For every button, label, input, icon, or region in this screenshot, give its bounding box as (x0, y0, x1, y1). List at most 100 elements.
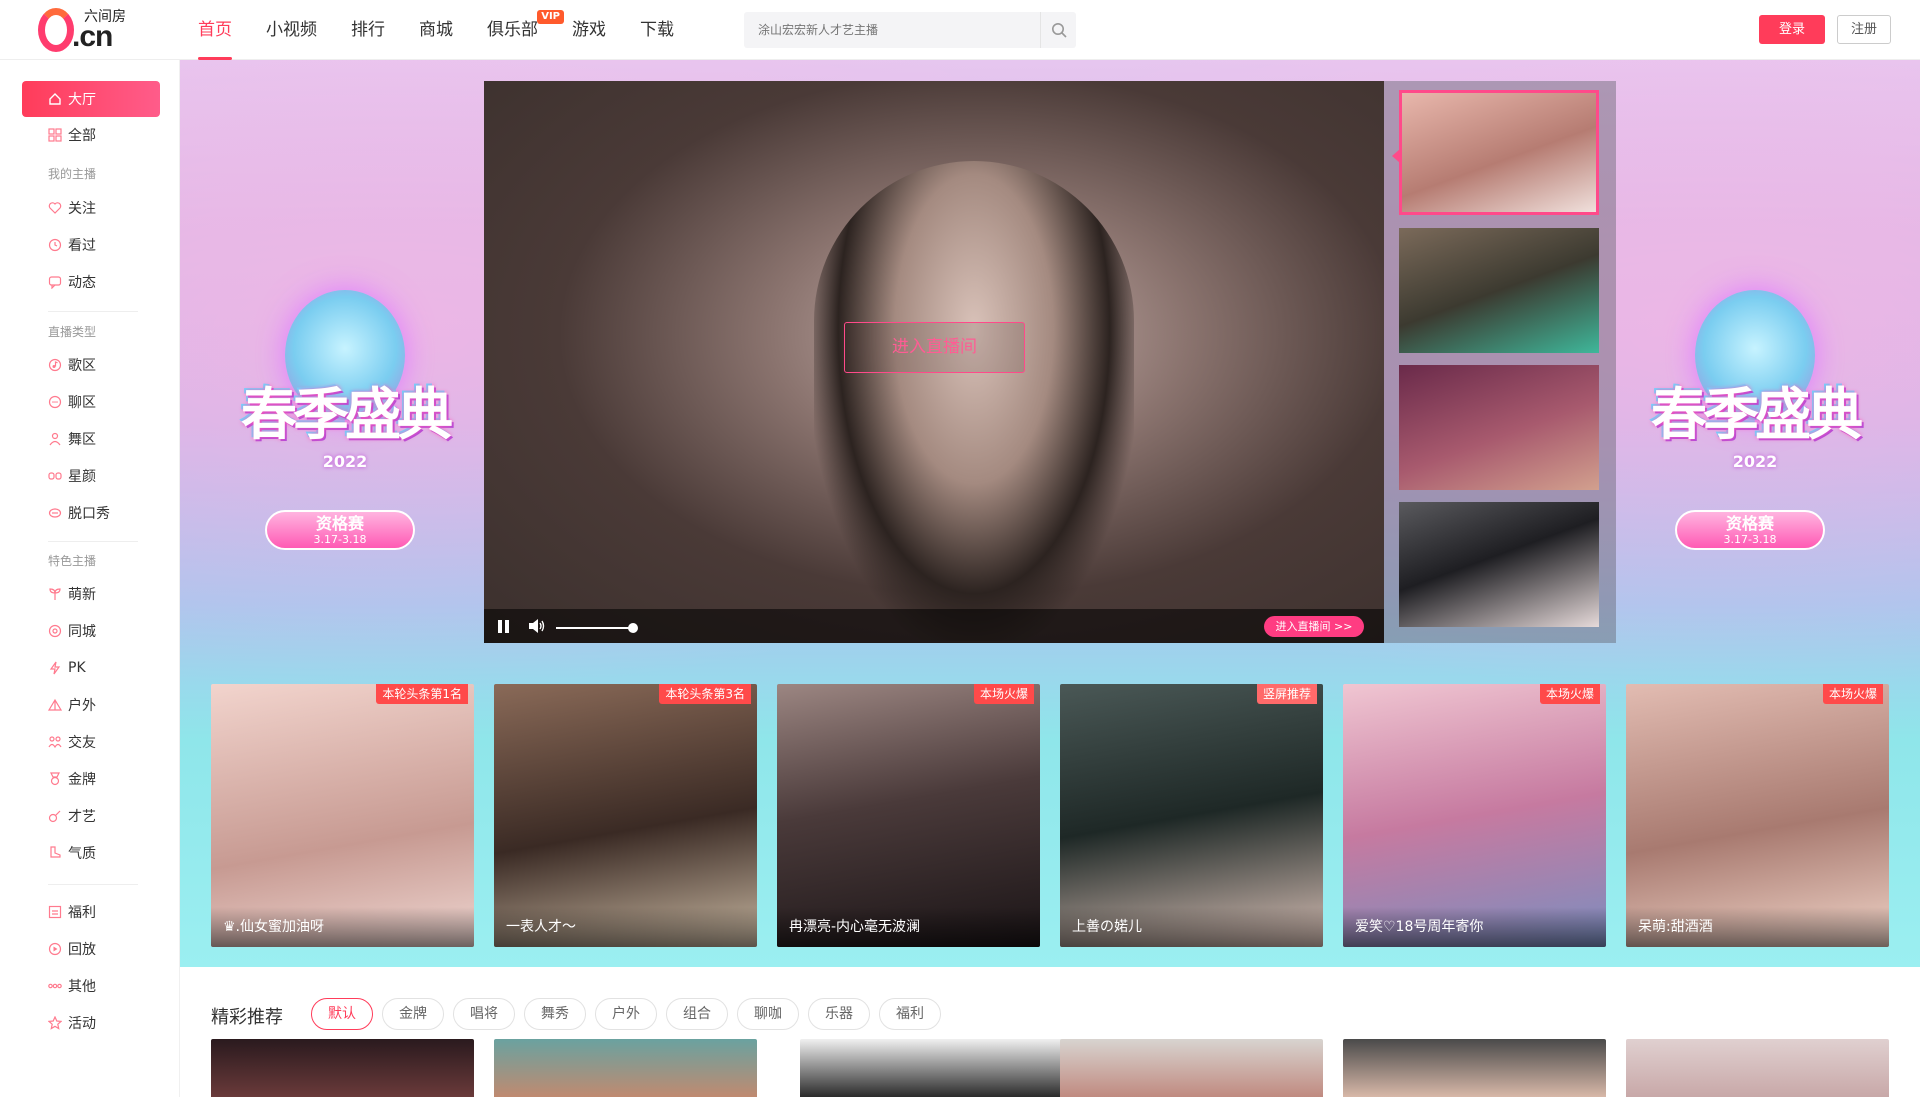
sidebar-item-feed[interactable]: 动态 (22, 264, 160, 300)
sidebar-item-gold[interactable]: 金牌 (22, 761, 160, 797)
filter-gold[interactable]: 金牌 (382, 998, 444, 1030)
sidebar-item-dance[interactable]: 舞区 (22, 421, 160, 457)
volume-icon[interactable] (528, 618, 546, 634)
stream-card-tag: 本轮头条第1名 (376, 684, 468, 704)
search-input[interactable] (744, 12, 1040, 48)
sidebar-item-outdoor[interactable]: 户外 (22, 687, 160, 723)
recommend-card[interactable] (494, 1039, 757, 1097)
filter-outdoor[interactable]: 户外 (595, 998, 657, 1030)
sidebar-label: 同城 (68, 624, 96, 640)
boot-icon (50, 846, 61, 858)
stream-thumbnail[interactable] (1399, 228, 1599, 353)
nav-item-home[interactable]: 首页 (198, 0, 232, 60)
nav-item-games[interactable]: 游戏 (572, 0, 606, 60)
sidebar-label: 活动 (68, 1016, 96, 1032)
sidebar-item-newbie[interactable]: 萌新 (22, 576, 160, 612)
sidebar-item-talk[interactable]: 聊区 (22, 384, 160, 420)
sidebar-label: 聊区 (68, 395, 96, 411)
sidebar-item-welfare[interactable]: 福利 (22, 894, 160, 930)
promo-year: 2022 (1732, 452, 1778, 471)
sidebar-item-local[interactable]: 同城 (22, 613, 160, 649)
sidebar-label: 脱口秀 (68, 506, 110, 522)
promo-pill-dates: 3.17-3.18 (1723, 533, 1777, 546)
stream-card-name: 冉漂亮-内心毫无波澜 (777, 907, 1040, 947)
sidebar-item-pk[interactable]: PK (22, 650, 160, 686)
stream-card[interactable]: 本场火爆 冉漂亮-内心毫无波澜 (777, 684, 1040, 947)
nav-item-mall[interactable]: 商城 (419, 0, 453, 60)
nav-item-club[interactable]: 俱乐部 VIP (487, 0, 564, 60)
volume-slider-handle[interactable] (628, 623, 638, 633)
recommend-card[interactable] (800, 1039, 1063, 1097)
grid-icon (48, 128, 62, 142)
gift-icon (48, 905, 62, 919)
recommend-card[interactable] (1626, 1039, 1889, 1097)
stream-thumbnail[interactable] (1399, 502, 1599, 627)
promo-pill-dates: 3.17-3.18 (313, 533, 367, 546)
sidebar-label: 金牌 (68, 772, 96, 788)
filter-chat[interactable]: 聊咖 (737, 998, 799, 1030)
sidebar-item-beauty[interactable]: 星颜 (22, 458, 160, 494)
player-controls: 进入直播间 >> (484, 609, 1384, 643)
sidebar-item-other[interactable]: 其他 (22, 968, 160, 1004)
sidebar-item-all[interactable]: 全部 (22, 117, 160, 153)
location-icon (48, 624, 62, 638)
sidebar-item-follow[interactable]: 关注 (22, 190, 160, 226)
enter-room-button[interactable]: 进入直播间 (844, 322, 1025, 373)
site-logo[interactable]: 六间房 .cn (38, 8, 133, 53)
filter-singer[interactable]: 唱将 (453, 998, 515, 1030)
sidebar-item-talkshow[interactable]: 脱口秀 (22, 495, 160, 531)
filter-dance[interactable]: 舞秀 (524, 998, 586, 1030)
volume-slider[interactable] (556, 627, 632, 629)
nav-item-short-video[interactable]: 小视频 (266, 0, 317, 60)
recommend-card[interactable] (211, 1039, 474, 1097)
sidebar-item-talent[interactable]: 才艺 (22, 798, 160, 834)
enter-room-small-button[interactable]: 进入直播间 >> (1264, 616, 1364, 637)
live-video-player[interactable]: 进入直播间 进入直播间 >> (484, 81, 1384, 643)
filter-instrument[interactable]: 乐器 (808, 998, 870, 1030)
login-button[interactable]: 登录 (1759, 15, 1825, 44)
sidebar-label: 歌区 (68, 358, 96, 374)
promo-pill-label: 资格赛 (315, 514, 364, 533)
filter-welfare[interactable]: 福利 (879, 998, 941, 1030)
stream-card[interactable]: 本轮头条第1名 ♛.仙女蜜加油呀 (211, 684, 474, 947)
promo-pill: 资格赛 3.17-3.18 (1675, 510, 1825, 550)
sidebar-label: 户外 (68, 698, 96, 714)
sidebar-item-dating[interactable]: 交友 (22, 724, 160, 760)
sidebar-label: 萌新 (68, 587, 96, 603)
stream-card[interactable]: 竖屏推荐 上善の婼儿 (1060, 684, 1323, 947)
people-icon (48, 736, 62, 749)
filter-default[interactable]: 默认 (311, 998, 373, 1030)
sidebar-label: 大厅 (68, 92, 96, 108)
pause-icon[interactable] (498, 620, 510, 633)
stream-thumbnail[interactable] (1399, 90, 1599, 215)
guitar-icon (48, 810, 61, 823)
more-icon (48, 983, 62, 989)
stream-card-name: 上善の婼儿 (1060, 907, 1323, 947)
recommend-card[interactable] (1060, 1039, 1323, 1097)
register-button[interactable]: 注册 (1837, 15, 1891, 44)
sidebar-item-replay[interactable]: 回放 (22, 931, 160, 967)
sidebar-label: 关注 (68, 201, 96, 217)
sidebar-item-history[interactable]: 看过 (22, 227, 160, 263)
recommend-card[interactable] (1343, 1039, 1606, 1097)
search-button[interactable] (1040, 12, 1076, 48)
sidebar-label: 其他 (68, 979, 96, 995)
sidebar-item-hall[interactable]: 大厅 (22, 81, 160, 117)
sidebar-item-temperament[interactable]: 气质 (22, 835, 160, 871)
mask-icon (48, 472, 62, 480)
stream-thumbnail[interactable] (1399, 365, 1599, 490)
sidebar-divider (48, 311, 138, 312)
sidebar-item-singing[interactable]: 歌区 (22, 347, 160, 383)
promo-banner-left[interactable]: 春季盛典 2022 资格赛 3.17-3.18 (210, 290, 480, 570)
stream-card[interactable]: 本场火爆 呆萌:甜酒酒 (1626, 684, 1889, 947)
stream-card[interactable]: 本场火爆 爱笑♡18号周年寄你 (1343, 684, 1606, 947)
promo-banner-right[interactable]: 春季盛典 2022 资格赛 3.17-3.18 (1620, 290, 1890, 570)
nav-item-ranking[interactable]: 排行 (351, 0, 385, 60)
nav-item-download[interactable]: 下载 (640, 0, 674, 60)
sidebar-label: 才艺 (68, 809, 96, 825)
stream-card[interactable]: 本轮头条第3名 一表人才～ (494, 684, 757, 947)
sidebar-label: 回放 (68, 942, 96, 958)
sidebar-item-events[interactable]: 活动 (22, 1005, 160, 1041)
promo-pill-label: 资格赛 (1725, 514, 1774, 533)
filter-group[interactable]: 组合 (666, 998, 728, 1030)
